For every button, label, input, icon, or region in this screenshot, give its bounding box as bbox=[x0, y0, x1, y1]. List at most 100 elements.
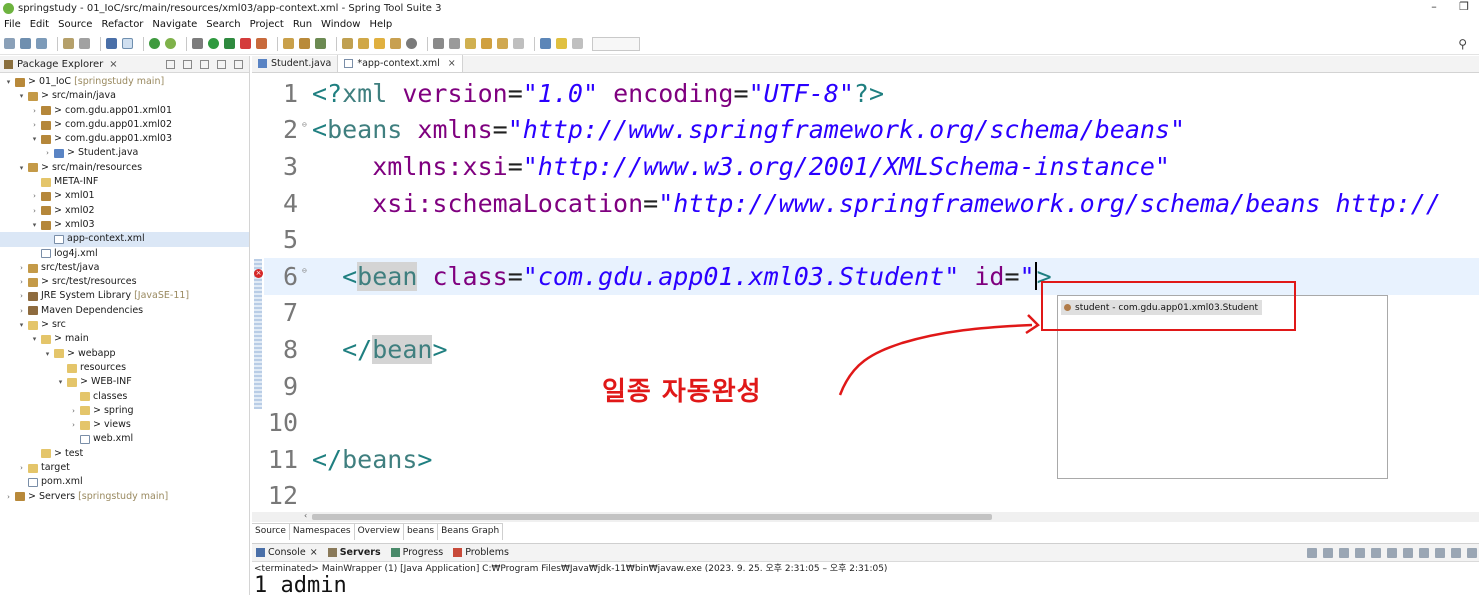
tab-package-explorer[interactable]: Package Explorer × bbox=[4, 59, 118, 70]
code-line-3[interactable]: 3 xmlns:xsi = "http://www.w3.org/2001/XMLS… bbox=[264, 148, 1479, 185]
properties-icon[interactable] bbox=[63, 38, 74, 49]
tree-item[interactable]: ▾ > xml03 bbox=[0, 218, 249, 232]
tree-item[interactable]: ▾ > src/main/resources bbox=[0, 161, 249, 175]
menu-run[interactable]: Run bbox=[293, 19, 312, 30]
menu-file[interactable]: File bbox=[4, 19, 21, 30]
code-line-6[interactable]: 6 ⊖ < bean class = "com.gdu.app01.xml03.Stud… bbox=[264, 258, 1479, 295]
code-line-1[interactable]: 1 <? xml version = "1.0" encoding = "UTF-8" ?> bbox=[264, 75, 1479, 112]
error-icon[interactable]: × bbox=[254, 269, 263, 278]
markers-icon[interactable] bbox=[556, 38, 567, 49]
chevron-right-icon[interactable]: › bbox=[69, 404, 78, 418]
terminal-icon[interactable] bbox=[106, 38, 117, 49]
page-tab-overview[interactable]: Overview bbox=[355, 524, 404, 540]
tree-item[interactable]: › target bbox=[0, 461, 249, 475]
run-icon[interactable] bbox=[208, 38, 219, 49]
collapse-all-icon[interactable] bbox=[166, 59, 175, 69]
code-line-2[interactable]: 2 ⊖ < beans xmlns = "http://www.springframewo… bbox=[264, 112, 1479, 149]
page-tab-beans[interactable]: beans bbox=[404, 524, 439, 540]
tree-item[interactable]: › > src/test/resources bbox=[0, 275, 249, 289]
new-package-icon[interactable] bbox=[299, 38, 310, 49]
tree-item[interactable]: ▾ > webapp bbox=[0, 347, 249, 361]
scroll-lock-icon[interactable] bbox=[1371, 547, 1381, 558]
chevron-down-icon[interactable]: ▾ bbox=[4, 75, 13, 89]
tab-student-java[interactable]: Student.java bbox=[252, 55, 339, 72]
chevron-down-icon[interactable]: ▾ bbox=[17, 318, 26, 332]
tree-item[interactable]: › JRE System Library [JavaSE-11] bbox=[0, 289, 249, 303]
menu-source[interactable]: Source bbox=[58, 19, 92, 30]
refresh-icon[interactable] bbox=[165, 38, 176, 49]
new-icon[interactable] bbox=[4, 38, 15, 49]
next-annotation-icon[interactable] bbox=[449, 38, 460, 49]
close-icon[interactable]: × bbox=[310, 547, 318, 558]
grid-icon[interactable] bbox=[572, 38, 583, 49]
remove-launch-icon[interactable] bbox=[1323, 547, 1333, 558]
chevron-right-icon[interactable]: › bbox=[30, 104, 39, 118]
tree-item[interactable]: classes bbox=[0, 390, 249, 404]
minimize-view-icon[interactable] bbox=[217, 59, 226, 69]
maximize-view-icon[interactable] bbox=[1467, 547, 1477, 558]
tree-item[interactable]: META-INF bbox=[0, 175, 249, 189]
code-line-12[interactable]: 12 bbox=[264, 478, 1479, 514]
stop-icon[interactable] bbox=[240, 38, 251, 49]
fold-icon[interactable]: ⊖ bbox=[302, 120, 312, 129]
folder-open-icon[interactable] bbox=[390, 38, 401, 49]
code-line-5[interactable]: 5 bbox=[264, 221, 1479, 258]
skip-breakpoints-icon[interactable] bbox=[122, 38, 133, 49]
chevron-right-icon[interactable]: › bbox=[30, 189, 39, 203]
code-line-4[interactable]: 4 xsi:schemaLocation = "http://www.springf… bbox=[264, 185, 1479, 222]
maximize-view-icon[interactable] bbox=[234, 59, 243, 69]
tree-item[interactable]: › > views bbox=[0, 418, 249, 432]
fold-icon[interactable]: ⊖ bbox=[302, 266, 312, 275]
search-icon[interactable]: ⚲ bbox=[1458, 37, 1467, 51]
coverage-icon[interactable] bbox=[224, 38, 235, 49]
tree-item[interactable]: log4j.xml bbox=[0, 247, 249, 261]
external-tools-icon[interactable] bbox=[256, 38, 267, 49]
tree-item[interactable]: > test bbox=[0, 447, 249, 461]
chevron-right-icon[interactable]: › bbox=[17, 261, 26, 275]
open-type-icon[interactable] bbox=[342, 38, 353, 49]
chevron-down-icon[interactable]: ▾ bbox=[30, 132, 39, 146]
restore-button[interactable]: ❐ bbox=[1449, 0, 1479, 13]
minimize-view-icon[interactable] bbox=[1451, 547, 1461, 558]
scrollbar-thumb[interactable] bbox=[312, 514, 992, 520]
menu-window[interactable]: Window bbox=[321, 19, 360, 30]
debug-icon[interactable] bbox=[192, 38, 203, 49]
menu-search[interactable]: Search bbox=[206, 19, 240, 30]
scroll-left-icon[interactable]: ‹ bbox=[304, 511, 307, 520]
page-tab-source[interactable]: Source bbox=[252, 524, 290, 540]
tree-item[interactable]: resources bbox=[0, 361, 249, 375]
tab-console[interactable]: Console × bbox=[256, 547, 318, 558]
tree-item[interactable]: ▾ > src bbox=[0, 318, 249, 332]
chevron-down-icon[interactable]: ▾ bbox=[17, 161, 26, 175]
chevron-right-icon[interactable]: › bbox=[30, 204, 39, 218]
tree-item[interactable]: › > com.gdu.app01.xml02 bbox=[0, 118, 249, 132]
close-icon[interactable]: × bbox=[109, 59, 117, 70]
page-tab-beans-graph[interactable]: Beans Graph bbox=[438, 524, 504, 540]
clear-console-icon[interactable] bbox=[1355, 547, 1365, 558]
chevron-right-icon[interactable]: › bbox=[30, 118, 39, 132]
chevron-right-icon[interactable]: › bbox=[17, 275, 26, 289]
chevron-down-icon[interactable]: ▾ bbox=[17, 89, 26, 103]
open-perspective-icon[interactable] bbox=[540, 38, 551, 49]
tree-item[interactable]: ▾ > src/main/java bbox=[0, 89, 249, 103]
chevron-right-icon[interactable]: › bbox=[17, 289, 26, 303]
menu-edit[interactable]: Edit bbox=[30, 19, 49, 30]
chevron-down-icon[interactable]: ▾ bbox=[43, 347, 52, 361]
annotation-icon[interactable] bbox=[433, 38, 444, 49]
tab--app-context-xml[interactable]: *app-context.xml × bbox=[338, 55, 463, 72]
last-edit-icon[interactable] bbox=[465, 38, 476, 49]
menu-project[interactable]: Project bbox=[250, 19, 284, 30]
chevron-right-icon[interactable]: › bbox=[43, 146, 52, 160]
tree-item[interactable]: › Maven Dependencies bbox=[0, 304, 249, 318]
menu-help[interactable]: Help bbox=[369, 19, 392, 30]
word-wrap-icon[interactable] bbox=[1387, 547, 1397, 558]
new-class-icon[interactable] bbox=[315, 38, 326, 49]
view-menu-icon[interactable] bbox=[200, 59, 209, 69]
console-output[interactable]: 1 admin bbox=[252, 575, 1479, 595]
toolbar-combo[interactable] bbox=[592, 36, 640, 51]
spring-boot-icon[interactable] bbox=[149, 38, 160, 49]
save-icon[interactable] bbox=[20, 38, 31, 49]
code-editor[interactable]: × 1 <? xml version = "1.0" encoding = "UTF-8"?… bbox=[252, 73, 1479, 514]
chevron-right-icon[interactable]: › bbox=[17, 304, 26, 318]
tree-item[interactable]: app-context.xml bbox=[0, 232, 249, 247]
